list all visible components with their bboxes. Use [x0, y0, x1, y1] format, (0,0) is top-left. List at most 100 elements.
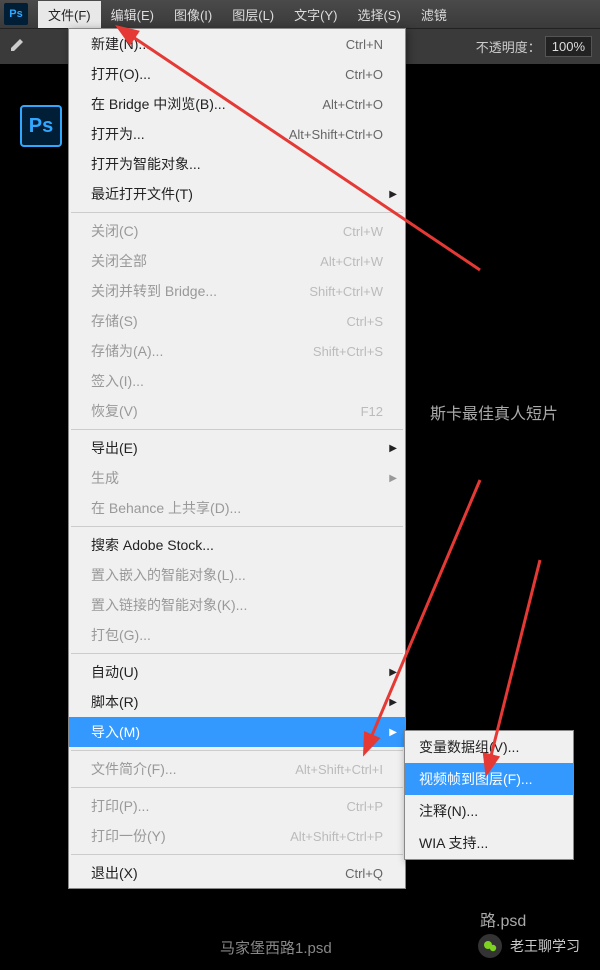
menu-filter[interactable]: 滤镜: [411, 1, 457, 28]
menu-item-8: 关闭全部Alt+Ctrl+W: [69, 246, 405, 276]
menu-item-10: 存储(S) Ctrl+S: [69, 306, 405, 336]
menu-item-label: 生成: [91, 468, 119, 488]
menu-separator: [71, 787, 403, 788]
menu-shortcut: Ctrl+Q: [345, 866, 383, 881]
menu-item-label: 在 Bridge 中浏览(B)...: [91, 94, 226, 114]
chevron-right-icon: ▶: [389, 667, 397, 678]
menu-item-label: 退出(X): [91, 863, 138, 883]
menu-item-28: 文件简介(F)...Alt+Shift+Ctrl+I: [69, 754, 405, 784]
menu-item-33[interactable]: 退出(X) Ctrl+Q: [69, 858, 405, 888]
menu-item-label: 存储为(A)...: [91, 341, 163, 361]
menu-item-label: 存储(S): [91, 311, 138, 331]
menu-shortcut: F12: [361, 404, 383, 419]
chevron-right-icon: ▶: [389, 727, 397, 738]
document-tab[interactable]: 马家堡西路1.psd: [220, 937, 332, 958]
menu-item-26[interactable]: 导入(M) ▶: [69, 717, 405, 747]
menu-item-label: 打印一份(Y): [91, 826, 166, 846]
menu-item-25[interactable]: 脚本(R) ▶: [69, 687, 405, 717]
menu-item-label: 打印(P)...: [91, 796, 149, 816]
menu-shortcut: Alt+Shift+Ctrl+P: [290, 829, 383, 844]
chevron-right-icon: ▶: [389, 443, 397, 454]
menu-item-12: 签入(I)...: [69, 366, 405, 396]
submenu-item-3[interactable]: WIA 支持...: [405, 827, 573, 859]
menu-item-4[interactable]: 打开为智能对象...: [69, 149, 405, 179]
ps-logo-icon: Ps: [4, 3, 28, 25]
submenu-item-2[interactable]: 注释(N)...: [405, 795, 573, 827]
menu-item-22: 打包(G)...: [69, 620, 405, 650]
chevron-right-icon: ▶: [389, 473, 397, 484]
menu-shortcut: Ctrl+P: [347, 799, 383, 814]
menu-image[interactable]: 图像(I): [164, 1, 222, 28]
chevron-right-icon: ▶: [389, 189, 397, 200]
menu-file[interactable]: 文件(F): [38, 1, 101, 28]
menu-shortcut: Alt+Ctrl+O: [322, 97, 383, 112]
menu-separator: [71, 750, 403, 751]
wechat-icon: [478, 934, 502, 958]
menu-separator: [71, 653, 403, 654]
menu-shortcut: Ctrl+W: [343, 224, 383, 239]
menu-item-label: 脚本(R): [91, 692, 138, 712]
chevron-right-icon: ▶: [389, 697, 397, 708]
menu-separator: [71, 429, 403, 430]
menu-separator: [71, 854, 403, 855]
menu-edit[interactable]: 编辑(E): [101, 1, 164, 28]
menu-shortcut: Ctrl+O: [345, 67, 383, 82]
menu-item-label: 导入(M): [91, 722, 140, 742]
menu-item-label: 新建(N)...: [91, 34, 150, 54]
menubar: Ps 文件(F) 编辑(E) 图像(I) 图层(L) 文字(Y) 选择(S) 滤…: [0, 0, 600, 28]
menu-item-label: 关闭并转到 Bridge...: [91, 281, 217, 301]
menu-item-label: 打开(O)...: [91, 64, 151, 84]
menu-item-label: 恢复(V): [91, 401, 138, 421]
menu-shortcut: Ctrl+S: [347, 314, 383, 329]
menu-item-21: 置入链接的智能对象(K)...: [69, 590, 405, 620]
menu-item-1[interactable]: 打开(O)... Ctrl+O: [69, 59, 405, 89]
menu-item-label: 自动(U): [91, 662, 138, 682]
menu-item-label: 置入嵌入的智能对象(L)...: [91, 565, 246, 585]
menu-item-30: 打印(P)... Ctrl+P: [69, 791, 405, 821]
menu-item-5[interactable]: 最近打开文件(T) ▶: [69, 179, 405, 209]
menu-shortcut: Shift+Ctrl+S: [313, 344, 383, 359]
menu-item-15[interactable]: 导出(E)▶: [69, 433, 405, 463]
menu-item-label: 打开为...: [91, 124, 145, 144]
menu-item-label: 在 Behance 上共享(D)...: [91, 498, 241, 518]
menu-item-19[interactable]: 搜索 Adobe Stock...: [69, 530, 405, 560]
submenu-item-0[interactable]: 变量数据组(V)...: [405, 731, 573, 763]
menu-item-16: 生成 ▶: [69, 463, 405, 493]
menu-item-7: 关闭(C) Ctrl+W: [69, 216, 405, 246]
menu-separator: [71, 526, 403, 527]
menu-item-label: 打开为智能对象...: [91, 154, 201, 174]
menu-item-11: 存储为(A)... Shift+Ctrl+S: [69, 336, 405, 366]
menu-item-label: 置入链接的智能对象(K)...: [91, 595, 247, 615]
menu-layer[interactable]: 图层(L): [222, 1, 284, 28]
footer-text: 老王聊学习: [510, 936, 580, 956]
side-ps-logo-icon: Ps: [20, 105, 62, 147]
submenu-item-1[interactable]: 视频帧到图层(F)...: [405, 763, 573, 795]
menu-item-label: 打包(G)...: [91, 625, 151, 645]
menu-item-24[interactable]: 自动(U) ▶: [69, 657, 405, 687]
footer: 老王聊学习: [478, 934, 580, 958]
menu-item-20: 置入嵌入的智能对象(L)...: [69, 560, 405, 590]
file-dropdown: 新建(N)... Ctrl+N 打开(O)... Ctrl+O 在 Bridge 中浏览…: [68, 28, 406, 889]
menu-text[interactable]: 文字(Y): [284, 1, 347, 28]
brush-icon[interactable]: [8, 34, 28, 59]
menu-shortcut: Ctrl+N: [346, 37, 383, 52]
menu-item-label: 文件简介(F)...: [91, 759, 177, 779]
menu-select[interactable]: 选择(S): [347, 1, 410, 28]
bg-text-road: 路.psd: [480, 907, 526, 931]
menu-item-label: 最近打开文件(T): [91, 184, 193, 204]
menu-item-17: 在 Behance 上共享(D)...: [69, 493, 405, 523]
menu-item-2[interactable]: 在 Bridge 中浏览(B)... Alt+Ctrl+O: [69, 89, 405, 119]
menu-shortcut: Alt+Ctrl+W: [320, 254, 383, 269]
menu-shortcut: Shift+Ctrl+W: [309, 284, 383, 299]
bg-text-oscar: 斯卡最佳真人短片: [430, 400, 558, 424]
menu-item-label: 关闭(C): [91, 221, 138, 241]
opacity-value[interactable]: 100%: [545, 36, 592, 57]
menu-item-label: 搜索 Adobe Stock...: [91, 535, 214, 555]
menu-item-13: 恢复(V) F12: [69, 396, 405, 426]
menu-item-0[interactable]: 新建(N)... Ctrl+N: [69, 29, 405, 59]
menu-item-31: 打印一份(Y) Alt+Shift+Ctrl+P: [69, 821, 405, 851]
menu-shortcut: Alt+Shift+Ctrl+O: [289, 127, 383, 142]
menu-item-3[interactable]: 打开为... Alt+Shift+Ctrl+O: [69, 119, 405, 149]
import-submenu: 变量数据组(V)...视频帧到图层(F)...注释(N)...WIA 支持...: [404, 730, 574, 860]
menu-separator: [71, 212, 403, 213]
